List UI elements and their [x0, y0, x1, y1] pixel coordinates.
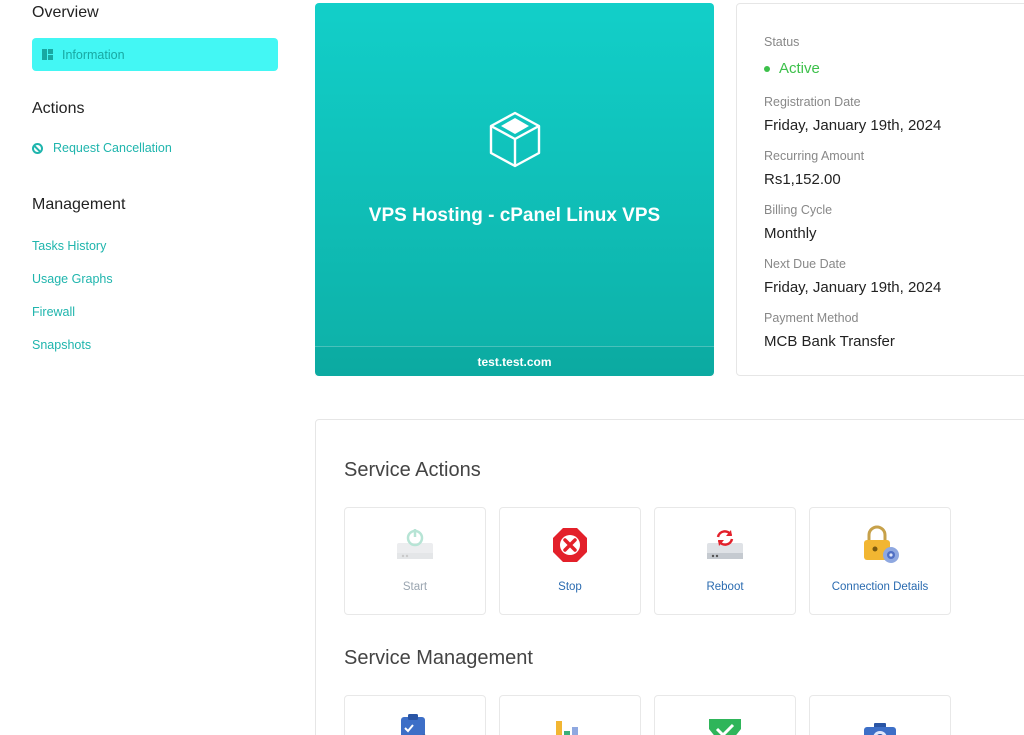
sidebar-item-tasks-history[interactable]: Tasks History: [32, 239, 106, 253]
reboot-label: Reboot: [706, 581, 744, 593]
status-label: Status: [764, 35, 800, 49]
registration-date-label: Registration Date: [764, 95, 861, 109]
management-tile-firewall[interactable]: [654, 695, 796, 735]
product-card: VPS Hosting - cPanel Linux VPS test.test…: [315, 3, 714, 376]
overview-title: Overview: [32, 4, 99, 21]
recurring-amount-value: Rs1,152.00: [764, 171, 841, 188]
request-cancellation-link[interactable]: Request Cancellation: [32, 141, 172, 155]
payment-method-value: MCB Bank Transfer: [764, 333, 895, 350]
billing-cycle-label: Billing Cycle: [764, 203, 833, 217]
registration-date-value: Friday, January 19th, 2024: [764, 117, 942, 134]
ban-icon: [32, 142, 43, 154]
payment-method-label: Payment Method: [764, 311, 859, 325]
status-value: Active: [779, 60, 820, 77]
dashboard-icon: [42, 49, 53, 60]
reboot-server-icon: [707, 530, 743, 559]
status-dot-icon: [764, 65, 770, 72]
management-tile-usage-graphs[interactable]: [499, 695, 641, 735]
sidebar-item-information[interactable]: Information: [32, 38, 278, 71]
reboot-button[interactable]: Reboot: [654, 507, 796, 615]
start-label: Start: [402, 581, 428, 593]
management-tile-snapshots[interactable]: [809, 695, 951, 735]
lock-gear-icon: [864, 525, 899, 563]
status-badge: Active: [764, 60, 820, 77]
management-tile-tasks[interactable]: [344, 695, 486, 735]
sidebar-item-label: Information: [62, 47, 125, 62]
start-button[interactable]: Start: [344, 507, 486, 615]
sidebar-item-usage-graphs[interactable]: Usage Graphs: [32, 272, 113, 286]
service-actions-title: Service Actions: [344, 459, 481, 481]
service-management-title: Service Management: [344, 647, 533, 669]
next-due-date-value: Friday, January 19th, 2024: [764, 279, 942, 296]
stop-button[interactable]: Stop: [499, 507, 641, 615]
sidebar-item-snapshots[interactable]: Snapshots: [32, 338, 91, 352]
sidebar-item-firewall[interactable]: Firewall: [32, 305, 75, 319]
service-details-panel: Status Active Registration Date Friday, …: [736, 3, 1024, 376]
recurring-amount-label: Recurring Amount: [764, 149, 865, 163]
request-cancellation-label: Request Cancellation: [53, 141, 172, 155]
sidebar: Overview Information Actions Request Can…: [0, 0, 300, 735]
connection-details-label: Connection Details: [831, 581, 929, 593]
actions-title: Actions: [32, 100, 85, 117]
product-name: VPS Hosting - cPanel Linux VPS: [368, 205, 661, 226]
camera-icon: [864, 723, 896, 735]
power-server-icon: [397, 529, 433, 559]
next-due-date-label: Next Due Date: [764, 257, 846, 271]
bar-graph-icon: [556, 721, 578, 735]
clipboard-search-icon: [401, 714, 426, 735]
shield-icon: [709, 719, 741, 735]
connection-details-button[interactable]: Connection Details: [809, 507, 951, 615]
billing-cycle-value: Monthly: [764, 225, 817, 242]
management-title: Management: [32, 196, 126, 213]
product-domain: test.test.com: [315, 346, 714, 376]
service-panel: Service Actions Start Stop Reboot Connec…: [315, 419, 1024, 735]
stop-sign-icon: [553, 528, 587, 562]
cube-icon: [489, 111, 541, 168]
stop-label: Stop: [558, 581, 582, 593]
